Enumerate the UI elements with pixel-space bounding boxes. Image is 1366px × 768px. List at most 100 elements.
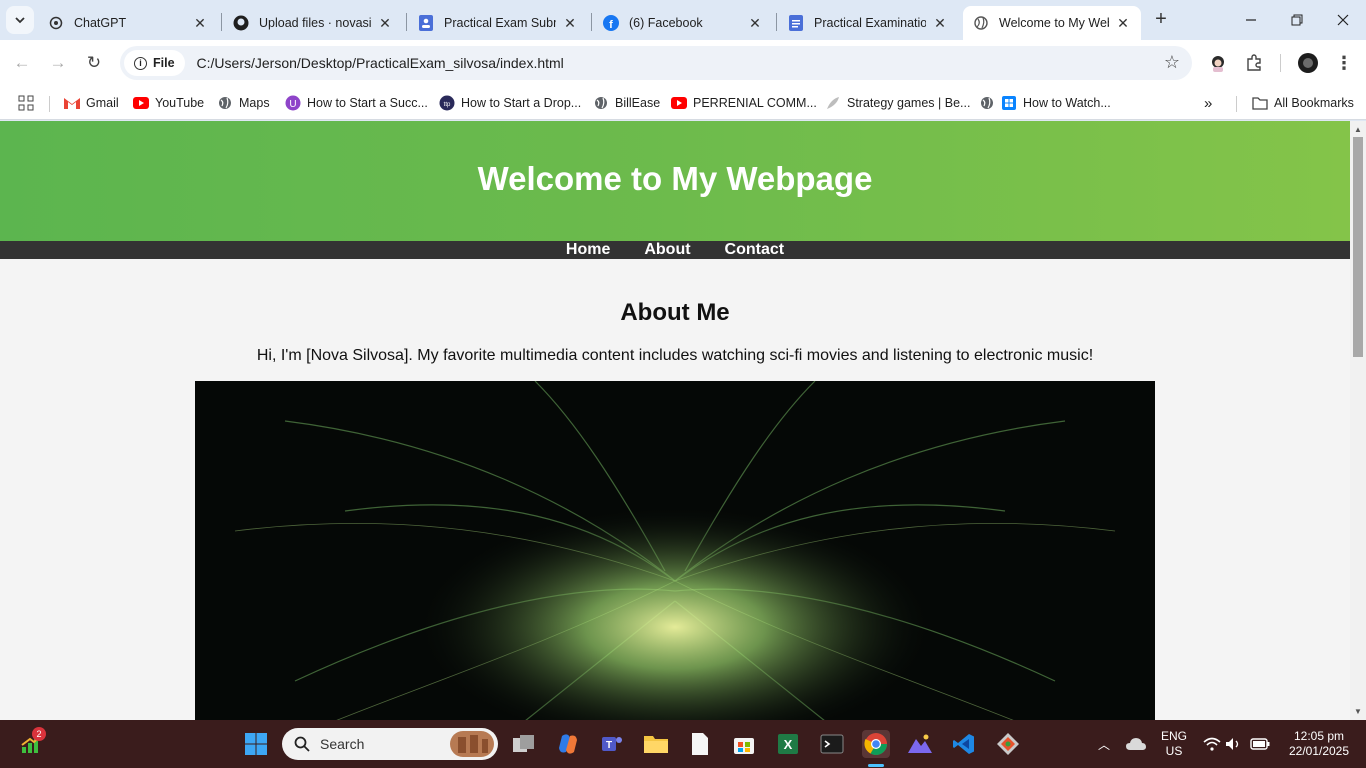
tab-title: (6) Facebook xyxy=(629,16,703,30)
close-tab-icon[interactable]: ✕ xyxy=(562,15,578,31)
new-tab-button[interactable]: + xyxy=(1150,8,1172,30)
bookmarks-bar: Gmail YouTube Maps U How to Start a Succ… xyxy=(0,86,1366,120)
bookmark-label: How to Start a Drop... xyxy=(461,96,582,110)
battery-button[interactable] xyxy=(1246,730,1274,758)
bookmark-perrenial[interactable]: PERRENIAL COMM... xyxy=(671,93,817,113)
scroll-down-icon[interactable]: ▼ xyxy=(1353,706,1363,716)
nav-about-link[interactable]: About xyxy=(644,241,690,259)
start-button[interactable] xyxy=(242,730,270,758)
bookmark-label: Strategy games | Be... xyxy=(847,96,971,110)
file-explorer-button[interactable] xyxy=(642,730,670,758)
facebook-icon: f xyxy=(603,15,619,31)
taskbar-search[interactable]: Search xyxy=(282,728,498,760)
scroll-thumb[interactable] xyxy=(1353,137,1363,357)
battery-icon xyxy=(1250,738,1270,750)
scroll-up-icon[interactable]: ▲ xyxy=(1353,124,1363,134)
profile-extension-button[interactable] xyxy=(1204,49,1232,77)
site-info-chip[interactable]: i File xyxy=(124,50,185,76)
terminal-button[interactable] xyxy=(818,730,846,758)
url-text[interactable]: C:/Users/Jerson/Desktop/PracticalExam_si… xyxy=(197,55,564,71)
tab-title: Welcome to My Web xyxy=(999,16,1109,30)
chrome-button-active[interactable] xyxy=(862,730,890,758)
all-bookmarks-label: All Bookmarks xyxy=(1274,96,1354,110)
toolbar-divider xyxy=(1280,54,1281,72)
chevron-down-icon xyxy=(15,17,25,24)
tab-title: Practical Exam Submi xyxy=(444,16,556,30)
more-bookmarks-button[interactable]: » xyxy=(1204,93,1212,113)
bookmark-billease[interactable]: BillEase xyxy=(593,93,660,113)
bookmark-how-to-start-drop[interactable]: ttp How to Start a Drop... xyxy=(439,93,581,113)
folder-icon xyxy=(1252,95,1268,111)
minimize-button[interactable] xyxy=(1228,0,1274,40)
bookmark-gmail[interactable]: Gmail xyxy=(64,93,119,113)
bookmark-label: Gmail xyxy=(86,96,119,110)
close-window-button[interactable] xyxy=(1320,0,1366,40)
bookmark-star-icon[interactable]: ☆ xyxy=(1164,52,1180,73)
close-tab-icon[interactable]: ✕ xyxy=(377,15,393,31)
tab-chatgpt[interactable]: ChatGPT ✕ xyxy=(38,6,218,40)
restore-icon xyxy=(1291,14,1303,26)
back-button[interactable]: ← xyxy=(8,49,36,77)
restore-button[interactable] xyxy=(1274,0,1320,40)
svg-text:T: T xyxy=(606,740,612,751)
youtube-icon xyxy=(671,95,687,111)
photos-button[interactable] xyxy=(906,730,934,758)
minimize-icon xyxy=(1246,19,1256,21)
bookmark-strategy-games[interactable]: Strategy games | Be... xyxy=(825,93,970,113)
page-scrollbar[interactable]: ▲ ▼ xyxy=(1350,121,1366,720)
feather-icon xyxy=(825,95,841,111)
bookmark-how-to-watch[interactable]: How to Watch... xyxy=(979,93,1111,113)
kebab-menu-icon: ⋮ xyxy=(1335,52,1353,73)
excel-button[interactable]: X xyxy=(774,730,802,758)
svg-text:ttp: ttp xyxy=(444,102,451,108)
tab-title: Practical Examination xyxy=(814,16,926,30)
close-tab-icon[interactable]: ✕ xyxy=(1115,15,1131,31)
copilot-button[interactable] xyxy=(554,730,582,758)
onedrive-button[interactable] xyxy=(1122,730,1150,758)
close-tab-icon[interactable]: ✕ xyxy=(192,15,208,31)
vscode-button[interactable] xyxy=(950,730,978,758)
wifi-icon xyxy=(1203,737,1221,751)
close-tab-icon[interactable]: ✕ xyxy=(932,15,948,31)
bookmark-youtube[interactable]: YouTube xyxy=(133,93,204,113)
bookmark-label: BillEase xyxy=(615,96,661,110)
avatar-girl-icon xyxy=(1212,56,1224,72)
all-bookmarks-button[interactable]: All Bookmarks xyxy=(1252,93,1354,113)
tab-strip: ChatGPT ✕ Upload files · novasilv ✕ Prac… xyxy=(0,0,1366,40)
tab-facebook[interactable]: f (6) Facebook ✕ xyxy=(593,6,773,40)
close-tab-icon[interactable]: ✕ xyxy=(747,15,763,31)
tab-welcome-active[interactable]: Welcome to My Web ✕ xyxy=(963,6,1141,40)
tab-practical-exam-submission[interactable]: Practical Exam Submi ✕ xyxy=(408,6,588,40)
diamond-tool-icon xyxy=(997,733,1019,755)
show-hidden-icons-button[interactable]: ︿ xyxy=(1090,730,1118,758)
profile-avatar-button[interactable] xyxy=(1294,49,1322,77)
apps-button[interactable] xyxy=(18,93,34,113)
bookmark-how-to-start-succ[interactable]: U How to Start a Succ... xyxy=(285,93,428,113)
store-button[interactable] xyxy=(730,730,758,758)
notepad-button[interactable] xyxy=(686,730,714,758)
bookmark-maps[interactable]: Maps xyxy=(217,93,270,113)
teams-icon: T xyxy=(602,737,622,751)
task-view-button[interactable] xyxy=(510,730,538,758)
svg-text:U: U xyxy=(289,99,296,110)
volume-button[interactable] xyxy=(1220,730,1248,758)
reload-button[interactable]: ↻ xyxy=(80,49,108,77)
language-indicator[interactable]: ENG US xyxy=(1154,729,1194,759)
tab-search-button[interactable] xyxy=(6,6,34,34)
close-icon xyxy=(1337,14,1349,26)
teams-button[interactable]: T xyxy=(598,730,626,758)
bookmark-label: How to Watch... xyxy=(1023,96,1111,110)
git-tool-button[interactable] xyxy=(994,730,1022,758)
puzzle-icon xyxy=(1247,54,1261,71)
svg-text:f: f xyxy=(609,19,613,31)
nav-contact-link[interactable]: Contact xyxy=(725,241,785,259)
tab-practical-examination[interactable]: Practical Examination ✕ xyxy=(778,6,958,40)
extensions-button[interactable] xyxy=(1240,49,1268,77)
menu-button[interactable]: ⋮ xyxy=(1330,49,1358,77)
clock[interactable]: 12:05 pm 22/01/2025 xyxy=(1278,729,1360,759)
forward-button[interactable]: → xyxy=(44,49,72,77)
tab-github[interactable]: Upload files · novasilv ✕ xyxy=(223,6,403,40)
address-bar[interactable]: i File C:/Users/Jerson/Desktop/Practical… xyxy=(120,46,1192,80)
info-icon: i xyxy=(134,56,147,70)
nav-home-link[interactable]: Home xyxy=(566,241,610,259)
